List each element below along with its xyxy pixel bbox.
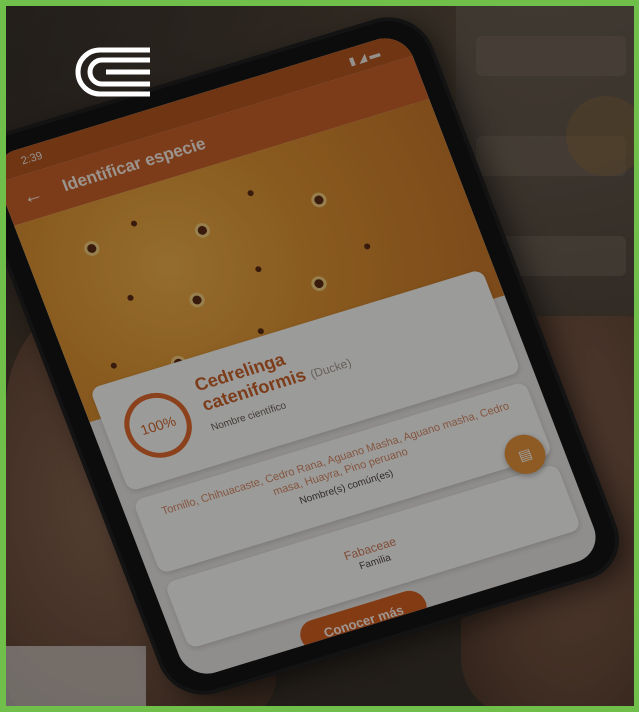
wood-pore [130, 219, 138, 228]
background-object [566, 96, 634, 176]
background-shelf-item [476, 36, 626, 76]
back-arrow-icon[interactable]: ← [19, 182, 46, 209]
wood-pore [85, 242, 98, 255]
wood-pore [191, 294, 203, 306]
logo-mark-icon [75, 47, 150, 97]
confidence-value: 100% [138, 412, 179, 439]
wood-pore [313, 278, 325, 290]
scientific-author: (Ducke) [308, 355, 354, 382]
wood-pore [126, 294, 135, 302]
wood-pore [363, 242, 372, 251]
sleeve [6, 646, 146, 706]
wood-pore [196, 224, 209, 236]
photo-frame: 2:39 ▮ ◢ ▬ ← Identificar especie 100% Ce… [0, 0, 639, 712]
confidence-ring: 100% [114, 384, 202, 466]
status-icons: ▮ ◢ ▬ [347, 47, 382, 68]
wood-pore [246, 189, 255, 197]
wood-pore [254, 265, 263, 273]
wood-pore [109, 362, 118, 370]
wood-pore [313, 194, 325, 206]
wood-pore [256, 327, 265, 335]
status-time: 2:39 [19, 149, 45, 168]
